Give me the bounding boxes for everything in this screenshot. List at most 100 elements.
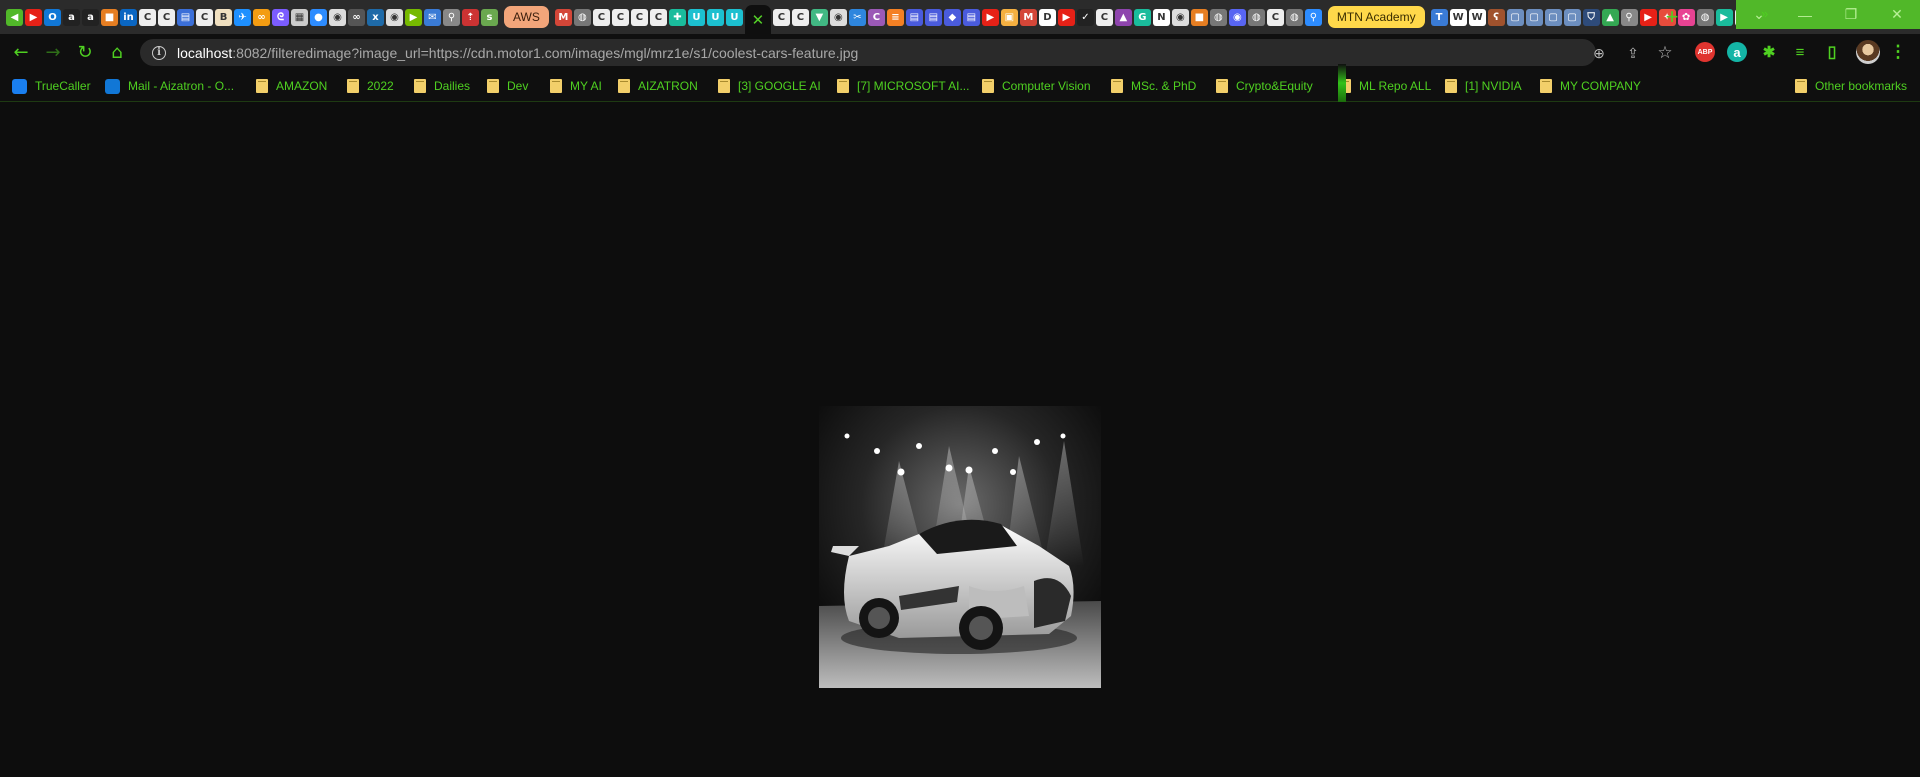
media-control-icon[interactable]: ≡ (1790, 42, 1810, 62)
bookmark-item[interactable]: MY AI (550, 76, 602, 96)
tab[interactable]: C (649, 8, 667, 26)
tab[interactable]: ✂ (848, 8, 866, 26)
tab[interactable]: ◍ (573, 8, 591, 26)
tab[interactable]: ≡ (886, 8, 904, 26)
restore-button[interactable]: ❐ (1828, 0, 1874, 29)
tab[interactable]: ◉ (1171, 8, 1189, 26)
tab-group-chip[interactable]: AWS (504, 6, 549, 28)
profile-avatar[interactable] (1856, 40, 1880, 64)
tab[interactable]: ⚲ (443, 8, 460, 26)
tab[interactable]: ▣ (1000, 8, 1018, 26)
info-icon[interactable]: i (152, 45, 166, 60)
bookmark-item[interactable]: MY COMPANY (1540, 76, 1641, 96)
tab[interactable]: ▢ (1525, 8, 1543, 26)
address-bar[interactable]: i localhost:8082/filteredimage?image_url… (140, 39, 1673, 66)
tab[interactable]: C (139, 8, 156, 26)
bookmark-star-icon[interactable]: ☆ (1655, 43, 1675, 63)
tab[interactable]: ✓ (1076, 8, 1094, 26)
bookmark-item[interactable]: Crypto&Equity (1216, 76, 1313, 96)
tab[interactable]: ▢ (1544, 8, 1562, 26)
tab[interactable]: C (196, 8, 213, 26)
tab[interactable]: a (82, 8, 99, 26)
tab[interactable]: ■ (101, 8, 118, 26)
tab-group-chip[interactable]: MTN Academy (1327, 6, 1425, 28)
tab[interactable]: s (481, 8, 498, 26)
tab[interactable]: ▶ (981, 8, 999, 26)
tab[interactable]: U (687, 8, 705, 26)
tab[interactable]: ▶ (405, 8, 422, 26)
tab[interactable]: ◍ (1247, 8, 1265, 26)
tab[interactable]: T (1430, 8, 1448, 26)
bookmark-item[interactable]: TrueCaller (12, 76, 91, 96)
tab[interactable]: C (630, 8, 648, 26)
close-icon[interactable]: ✕ (752, 11, 765, 29)
tab[interactable]: M (1019, 8, 1037, 26)
tab[interactable]: ᘓ (272, 8, 289, 26)
tab[interactable]: ▤ (177, 8, 194, 26)
tab[interactable]: ∞ (253, 8, 270, 26)
bookmark-item[interactable]: AIZATRON (618, 76, 698, 96)
bookmark-item[interactable]: MSc. & PhD (1111, 76, 1196, 96)
tab[interactable]: ▢ (1506, 8, 1524, 26)
tab[interactable]: ◉ (329, 8, 346, 26)
tab[interactable]: ◍ (1209, 8, 1227, 26)
bookmark-item[interactable]: [7] MICROSOFT AI... (837, 76, 969, 96)
tab[interactable]: C (592, 8, 610, 26)
tab[interactable]: C (791, 8, 809, 26)
tab[interactable]: ⇡ (462, 8, 479, 26)
zoom-icon[interactable]: ⊕ (1589, 43, 1609, 63)
tab[interactable]: ⚲ (1304, 8, 1322, 26)
tab[interactable]: ∞ (348, 8, 365, 26)
a-extension-icon[interactable]: a (1727, 42, 1747, 62)
tab-search-button[interactable]: ⌄ (1736, 0, 1782, 29)
tab[interactable]: ◍ (1696, 8, 1714, 26)
bookmark-item[interactable]: [3] GOOGLE AI (718, 76, 821, 96)
tab[interactable]: O (44, 8, 61, 26)
tab[interactable]: ▤ (905, 8, 923, 26)
tab[interactable]: ▤ (962, 8, 980, 26)
tab[interactable]: C (1095, 8, 1113, 26)
other-bookmarks-folder[interactable]: Other bookmarks (1795, 76, 1907, 96)
tab[interactable]: ▢ (1563, 8, 1581, 26)
tab[interactable]: C (158, 8, 175, 26)
tab[interactable]: ◉ (386, 8, 403, 26)
tab[interactable]: C (611, 8, 629, 26)
puzzle-extensions-icon[interactable]: ✱ (1759, 42, 1779, 62)
tab[interactable]: U (706, 8, 724, 26)
adblock-extension-icon[interactable]: ABP (1695, 42, 1715, 62)
bookmark-item[interactable]: Computer Vision (982, 76, 1091, 96)
tab[interactable]: M (554, 8, 572, 26)
menu-icon[interactable]: ⋮ (1888, 42, 1908, 62)
tab[interactable]: ◉ (829, 8, 847, 26)
tab[interactable]: ✉ (424, 8, 441, 26)
side-panel-icon[interactable]: ▯ (1822, 42, 1842, 62)
close-window-button[interactable]: ✕ (1874, 0, 1920, 29)
share-icon[interactable]: ⇪ (1623, 43, 1643, 63)
tab[interactable]: ▶ (1057, 8, 1075, 26)
forward-button[interactable]: → (40, 39, 66, 65)
tab[interactable]: U (725, 8, 743, 26)
tab[interactable]: ▶ (1715, 8, 1733, 26)
tab[interactable]: ▲ (1601, 8, 1619, 26)
tab[interactable]: W (1449, 8, 1467, 26)
tab[interactable]: ● (310, 8, 327, 26)
tab[interactable]: ▲ (1114, 8, 1132, 26)
tab[interactable]: ⚲ (1620, 8, 1638, 26)
tab[interactable]: in (120, 8, 137, 26)
tab[interactable]: N (1152, 8, 1170, 26)
tab[interactable]: C (1266, 8, 1284, 26)
back-button[interactable]: ← (8, 39, 34, 65)
tab[interactable]: C (867, 8, 885, 26)
tab[interactable]: W (1468, 8, 1486, 26)
tab[interactable]: ✈ (234, 8, 251, 26)
tab[interactable]: ▦ (291, 8, 308, 26)
bookmark-item[interactable]: ML Repo ALL (1339, 76, 1431, 96)
tab[interactable]: ◉ (1228, 8, 1246, 26)
bookmark-item[interactable]: Dev (487, 76, 528, 96)
tab[interactable]: a (63, 8, 80, 26)
tab[interactable]: ◀ (6, 8, 23, 26)
tab[interactable]: ʕ (1487, 8, 1505, 26)
active-tab[interactable]: ✕ (744, 5, 771, 35)
bookmark-item[interactable]: [1] NVIDIA (1445, 76, 1522, 96)
tab[interactable]: x (367, 8, 384, 26)
